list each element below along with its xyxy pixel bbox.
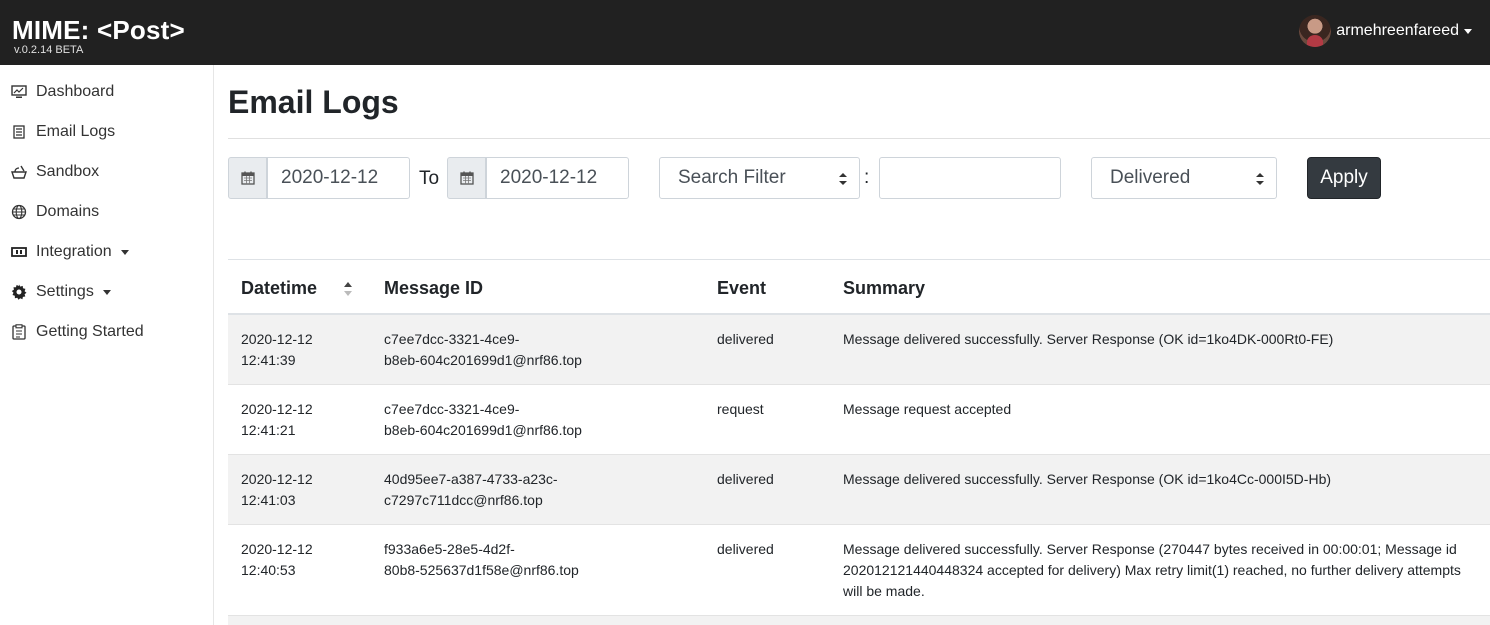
event-cell: request <box>717 401 764 417</box>
event-cell: delivered <box>717 331 774 347</box>
time-text: 12:40:53 <box>241 562 296 578</box>
clipboard-icon <box>10 323 28 341</box>
sidebar-item-label: Getting Started <box>36 323 144 340</box>
summary-cell: Message delivered successfully. Server R… <box>843 471 1332 487</box>
sidebar-item-domains[interactable]: Domains <box>0 192 213 232</box>
date-text: 2020-12-12 <box>241 541 313 557</box>
brand-logo[interactable]: MIME: <Post> <box>12 15 185 45</box>
status-select[interactable]: Delivered <box>1091 157 1277 199</box>
date-from-input[interactable] <box>267 157 410 199</box>
monitor-icon <box>10 83 28 101</box>
top-navbar: MIME: <Post> v.0.2.14 BETA armehreenfare… <box>0 0 1490 65</box>
calendar-icon[interactable] <box>228 157 267 199</box>
divider <box>228 138 1490 139</box>
sidebar-item-label: Domains <box>36 203 100 220</box>
table-row[interactable]: 2020-12-12 12:41:39 c7ee7dcc-3321-4ce9- b8… <box>228 315 1490 385</box>
select-arrows-icon <box>839 173 847 185</box>
sidebar-item-label: Sandbox <box>36 163 100 180</box>
column-header-event: Event <box>717 278 767 298</box>
summary-cell: Message delivered successfully. Server R… <box>843 331 1334 347</box>
message-id-text: c7ee7dcc-3321-4ce9- <box>384 401 520 417</box>
sidebar-item-label: Integration <box>36 243 112 260</box>
sidebar-item-sandbox[interactable]: Sandbox <box>0 152 213 192</box>
message-id-cell: c7ee7dcc-3321-4ce9- b8eb-604c201699d1@nrf… <box>384 329 684 371</box>
event-cell: delivered <box>717 541 774 557</box>
time-text: 12:41:21 <box>241 422 296 438</box>
avatar <box>1299 15 1332 47</box>
gear-icon <box>10 283 28 301</box>
column-header-summary: Summary <box>843 278 926 298</box>
sidebar-item-settings[interactable]: Settings <box>0 272 213 312</box>
sidebar-item-label: Dashboard <box>36 83 115 100</box>
time-text: 12:41:39 <box>241 352 296 368</box>
plug-icon <box>10 243 28 261</box>
date-text: 2020-12-12 <box>241 471 313 487</box>
date-to-input[interactable] <box>486 157 629 199</box>
message-id-cell: f933a6e5-28e5-4d2f- 80b8-525637d1f58e@nrf… <box>384 539 684 581</box>
chevron-down-icon <box>120 249 129 255</box>
summary-cell: Message delivered successfully. Server R… <box>843 541 1461 599</box>
column-header-message-id: Message ID <box>384 278 484 298</box>
sidebar-item-email-logs[interactable]: Email Logs <box>0 112 213 152</box>
table-row[interactable]: 2020-12-12 12:41:21 c7ee7dcc-3321-4ce9- b8… <box>228 385 1490 455</box>
table-row[interactable] <box>228 616 1490 625</box>
table-header: Datetime Message ID Event Summary <box>228 259 1490 315</box>
sidebar: Dashboard Email Logs Sandbox Domains Int… <box>0 65 214 625</box>
datetime-cell: 2020-12-12 12:41:39 <box>241 329 361 371</box>
sidebar-item-getting-started[interactable]: Getting Started <box>0 312 213 352</box>
event-cell: delivered <box>717 471 774 487</box>
message-id-text: f933a6e5-28e5-4d2f- <box>384 541 515 557</box>
message-id-cell: 40d95ee7-a387-4733-a23c-c7297c711dcc@nrf… <box>384 469 684 511</box>
chevron-down-icon <box>1464 28 1472 34</box>
message-id-text: c7297c711dcc@nrf86.top <box>384 492 543 508</box>
to-label: To <box>419 168 440 189</box>
table-row[interactable]: 2020-12-12 12:41:03 40d95ee7-a387-4733-a2… <box>228 455 1490 525</box>
message-id-text: b8eb-604c201699d1@nrf86.top <box>384 422 582 438</box>
user-name: armehreenfareed <box>1336 22 1459 39</box>
datetime-cell: 2020-12-12 12:40:53 <box>241 539 361 581</box>
globe-icon <box>10 203 28 221</box>
message-id-text: 40d95ee7-a387-4733-a23c- <box>384 471 558 487</box>
table-row[interactable]: 2020-12-12 12:40:53 f933a6e5-28e5-4d2f- 80… <box>228 525 1490 616</box>
summary-cell: Message request accepted <box>843 401 1012 417</box>
list-icon <box>10 123 28 141</box>
date-text: 2020-12-12 <box>241 401 313 417</box>
filter-separator: : <box>864 167 870 188</box>
datetime-cell: 2020-12-12 12:41:03 <box>241 469 361 511</box>
message-id-text: b8eb-604c201699d1@nrf86.top <box>384 352 582 368</box>
status-value: Delivered <box>1110 167 1191 188</box>
sort-icon[interactable] <box>343 280 353 298</box>
time-text: 12:41:03 <box>241 492 296 508</box>
sidebar-item-label: Settings <box>36 283 94 300</box>
user-menu[interactable]: armehreenfareed <box>1299 14 1472 48</box>
page-title: Email Logs <box>228 84 399 120</box>
email-logs-table: Datetime Message ID Event Summary 2020-1… <box>228 259 1490 625</box>
version-label: v.0.2.14 BETA <box>14 44 84 56</box>
message-id-text: 80b8-525637d1f58e@nrf86.top <box>384 562 579 578</box>
search-input[interactable] <box>879 157 1061 199</box>
sidebar-item-integration[interactable]: Integration <box>0 232 213 272</box>
search-filter-select[interactable]: Search Filter <box>659 157 860 199</box>
date-text: 2020-12-12 <box>241 331 313 347</box>
chevron-down-icon <box>102 289 111 295</box>
sidebar-item-dashboard[interactable]: Dashboard <box>0 72 213 112</box>
column-header-datetime[interactable]: Datetime <box>241 278 317 299</box>
select-arrows-icon <box>1256 173 1264 185</box>
calendar-icon[interactable] <box>447 157 486 199</box>
message-id-text: c7ee7dcc-3321-4ce9- <box>384 331 520 347</box>
datetime-cell: 2020-12-12 12:41:21 <box>241 399 361 441</box>
sidebar-item-label: Email Logs <box>36 123 116 140</box>
sandbox-icon <box>10 163 28 181</box>
search-filter-value: Search Filter <box>678 167 786 188</box>
message-id-cell: c7ee7dcc-3321-4ce9- b8eb-604c201699d1@nrf… <box>384 399 684 441</box>
apply-button[interactable]: Apply <box>1307 157 1381 199</box>
